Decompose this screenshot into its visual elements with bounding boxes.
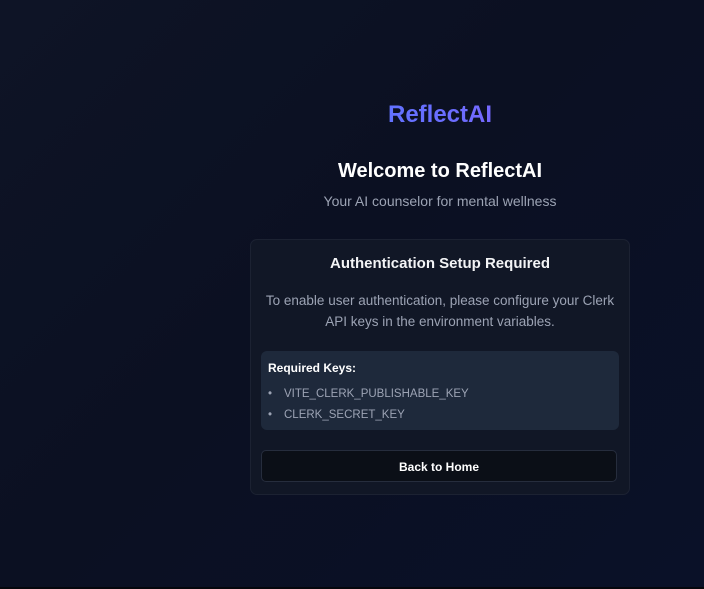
page-title: Welcome to ReflectAI: [337, 160, 543, 182]
bullet-icon: •: [268, 409, 273, 421]
required-keys-box: Required Keys: • VITE_CLERK_PUBLISHABLE_…: [261, 351, 619, 430]
required-keys-list: • VITE_CLERK_PUBLISHABLE_KEY • CLERK_SEC…: [268, 384, 469, 426]
card-description: To enable user authentication, please co…: [265, 293, 615, 329]
auth-setup-card: Authentication Setup Required To enable …: [250, 239, 630, 495]
back-to-home-button[interactable]: Back to Home: [261, 450, 617, 482]
list-item: • VITE_CLERK_PUBLISHABLE_KEY: [268, 384, 469, 405]
page-subtitle: Your AI counselor for mental wellness: [323, 193, 557, 209]
card-title: Authentication Setup Required: [329, 255, 550, 272]
key-name: VITE_CLERK_PUBLISHABLE_KEY: [284, 388, 469, 400]
bullet-icon: •: [268, 388, 273, 400]
key-name: CLERK_SECRET_KEY: [284, 409, 405, 421]
brand-logo-text: ReflectAI: [250, 99, 630, 131]
list-item: • CLERK_SECRET_KEY: [268, 405, 469, 426]
required-keys-title: Required Keys:: [268, 361, 357, 375]
